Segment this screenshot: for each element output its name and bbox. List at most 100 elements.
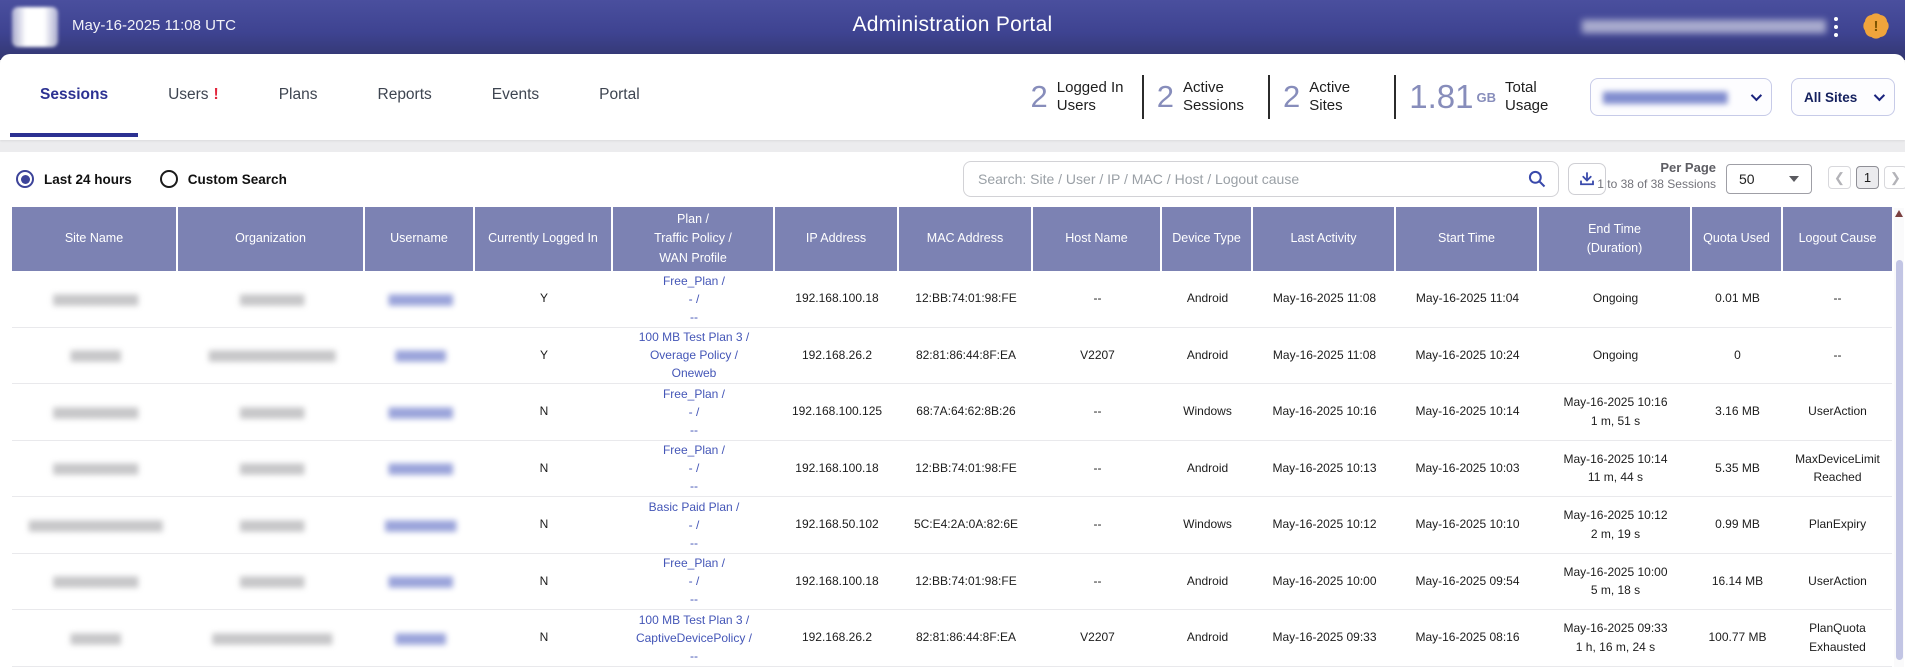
cell-plan: Free_Plan / - / -- (613, 554, 775, 611)
cell-logged_in: Y (475, 271, 613, 328)
table-row: ▇▇▇▇▇▇▇▇▇▇▇▇▇▇▇▇▇▇▇▇▇▇▇▇▇▇▇▇▇▇▇▇Y100 MB … (12, 328, 1892, 385)
cell-quota: 100.77 MB (1692, 610, 1783, 667)
stat-divider (1394, 75, 1396, 119)
host-value: -- (1094, 517, 1102, 531)
user-value[interactable]: ▇▇▇▇▇▇▇▇▇ (389, 463, 452, 475)
cell-org: ▇▇▇▇▇▇▇▇▇▇▇▇▇▇▇▇▇▇ (178, 328, 365, 385)
plan-value[interactable]: Free_Plan / - / -- (663, 385, 725, 439)
column-header-user: Username (365, 207, 475, 271)
plan-value[interactable]: Free_Plan / - / -- (663, 554, 725, 608)
table-row: ▇▇▇▇▇▇▇▇▇▇▇▇▇▇▇▇▇▇▇▇▇▇▇▇▇▇▇▇▇▇NFree_Plan… (12, 441, 1892, 498)
cell-logged_in: N (475, 497, 613, 554)
logout-value: -- (1834, 291, 1842, 305)
host-value: -- (1094, 404, 1102, 418)
ip-value: 192.168.100.18 (795, 291, 878, 305)
user-value[interactable]: ▇▇▇▇▇▇▇▇▇ (389, 576, 452, 588)
cell-device: Android (1162, 610, 1253, 667)
mac-value: 5C:E4:2A:0A:82:6E (914, 517, 1018, 531)
start_time-value: May-16-2025 10:10 (1415, 517, 1519, 531)
tab-reports[interactable]: Reports (348, 57, 462, 137)
quota-value: 16.14 MB (1712, 574, 1763, 588)
prev-page-button[interactable]: ❮ (1828, 166, 1851, 189)
host-value: V2207 (1080, 630, 1115, 644)
org-value: ▇▇▇▇▇▇▇▇▇ (240, 576, 303, 588)
cell-logout: UserAction (1783, 384, 1892, 441)
mac-value: 12:BB:74:01:98:FE (915, 461, 1016, 475)
scrollbar-thumb[interactable] (1896, 260, 1903, 660)
device-value: Android (1187, 291, 1228, 305)
cell-host: V2207 (1033, 328, 1162, 385)
cell-end_time: May-16-2025 09:33 1 h, 16 m, 24 s (1539, 610, 1692, 667)
cell-start_time: May-16-2025 10:14 (1396, 384, 1539, 441)
scroll-up-arrow-icon[interactable] (1895, 210, 1903, 217)
organization-dropdown[interactable]: ▇▇▇▇▇▇▇▇▇▇▇▇▇▇▇ (1590, 78, 1772, 116)
cell-last_activity: May-16-2025 09:33 (1253, 610, 1396, 667)
tab-events[interactable]: Events (462, 57, 569, 137)
radio-custom-search[interactable]: Custom Search (160, 170, 287, 188)
search-input[interactable] (963, 161, 1559, 197)
site-value: ▇▇▇▇▇▇▇ (71, 633, 120, 645)
cell-start_time: May-16-2025 10:10 (1396, 497, 1539, 554)
mac-value: 82:81:86:44:8F:EA (916, 630, 1016, 644)
cell-logout: UserAction (1783, 554, 1892, 611)
cell-logout: MaxDeviceLimit Reached (1783, 441, 1892, 498)
cell-last_activity: May-16-2025 11:08 (1253, 271, 1396, 328)
logged_in-value: Y (540, 348, 548, 362)
quota-value: 0.99 MB (1715, 517, 1760, 531)
plan-value[interactable]: 100 MB Test Plan 3 / CaptiveDevicePolicy… (636, 611, 752, 665)
next-page-button[interactable]: ❯ (1884, 166, 1905, 189)
cell-plan: Free_Plan / - / -- (613, 441, 775, 498)
cell-org: ▇▇▇▇▇▇▇▇▇ (178, 497, 365, 554)
plan-value[interactable]: Free_Plan / - / -- (663, 272, 725, 326)
user-value[interactable]: ▇▇▇▇▇▇▇ (396, 350, 445, 362)
kebab-menu-icon[interactable] (1826, 13, 1846, 41)
site-value: ▇▇▇▇▇▇▇▇▇▇▇▇▇▇▇▇▇▇▇ (29, 520, 161, 532)
cell-logged_in: N (475, 554, 613, 611)
tab-sessions[interactable]: Sessions (10, 57, 138, 137)
table-row: ▇▇▇▇▇▇▇▇▇▇▇▇▇▇▇▇▇▇▇▇▇▇▇▇▇▇▇▇▇▇NFree_Plan… (12, 384, 1892, 441)
logout-value: UserAction (1808, 404, 1867, 418)
user-value[interactable]: ▇▇▇▇▇▇▇▇▇ (389, 294, 452, 306)
tab-plans[interactable]: Plans (249, 57, 348, 137)
site-value: ▇▇▇▇▇▇▇▇▇▇▇▇ (53, 294, 137, 306)
table-scrollbar[interactable] (1894, 208, 1904, 667)
plan-value[interactable]: 100 MB Test Plan 3 / Overage Policy / On… (639, 328, 750, 382)
sites-dropdown[interactable]: All Sites (1791, 78, 1895, 116)
cell-logout: -- (1783, 271, 1892, 328)
plan-value[interactable]: Free_Plan / - / -- (663, 441, 725, 495)
cell-site: ▇▇▇▇▇▇▇▇▇▇▇▇▇▇▇▇▇▇▇ (12, 497, 178, 554)
cell-end_time: May-16-2025 10:12 2 m, 19 s (1539, 497, 1692, 554)
per-page-select[interactable]: 50 (1726, 164, 1812, 194)
device-value: Windows (1183, 517, 1232, 531)
ip-value: 192.168.26.2 (802, 630, 872, 644)
cell-ip: 192.168.100.18 (775, 271, 899, 328)
logout-value: PlanExpiry (1809, 517, 1866, 531)
user-value[interactable]: ▇▇▇▇▇▇▇▇▇▇ (385, 520, 455, 532)
cell-quota: 0.01 MB (1692, 271, 1783, 328)
tab-portal[interactable]: Portal (569, 57, 670, 137)
column-header-plan: Plan / Traffic Policy / WAN Profile (613, 207, 775, 271)
logout-value: UserAction (1808, 574, 1867, 588)
radio-last-24-hours[interactable]: Last 24 hours (16, 170, 132, 188)
cell-mac: 82:81:86:44:8F:EA (899, 328, 1033, 385)
logged_in-value: N (540, 404, 549, 418)
device-value: Android (1187, 630, 1228, 644)
start_time-value: May-16-2025 11:04 (1416, 291, 1519, 305)
cell-last_activity: May-16-2025 10:00 (1253, 554, 1396, 611)
cell-mac: 82:81:86:44:8F:EA (899, 610, 1033, 667)
cell-device: Android (1162, 271, 1253, 328)
search-icon[interactable] (1527, 169, 1547, 189)
ip-value: 192.168.50.102 (795, 517, 878, 531)
start_time-value: May-16-2025 08:16 (1415, 630, 1519, 644)
tab-bar: Sessions Users! Plans Reports Events Por… (0, 54, 1905, 140)
tab-users[interactable]: Users! (138, 57, 249, 137)
cell-org: ▇▇▇▇▇▇▇▇▇▇▇▇▇▇▇▇▇ (178, 610, 365, 667)
page-number-button[interactable]: 1 (1856, 166, 1879, 189)
dropdown-arrow-icon (1789, 176, 1799, 182)
plan-value[interactable]: Basic Paid Plan / - / -- (649, 498, 740, 552)
cell-user: ▇▇▇▇▇▇▇▇▇ (365, 554, 475, 611)
alert-badge-icon[interactable]: ! (1864, 14, 1888, 38)
user-value[interactable]: ▇▇▇▇▇▇▇▇▇ (389, 407, 452, 419)
cell-user: ▇▇▇▇▇▇▇▇▇ (365, 441, 475, 498)
user-value[interactable]: ▇▇▇▇▇▇▇ (396, 633, 445, 645)
